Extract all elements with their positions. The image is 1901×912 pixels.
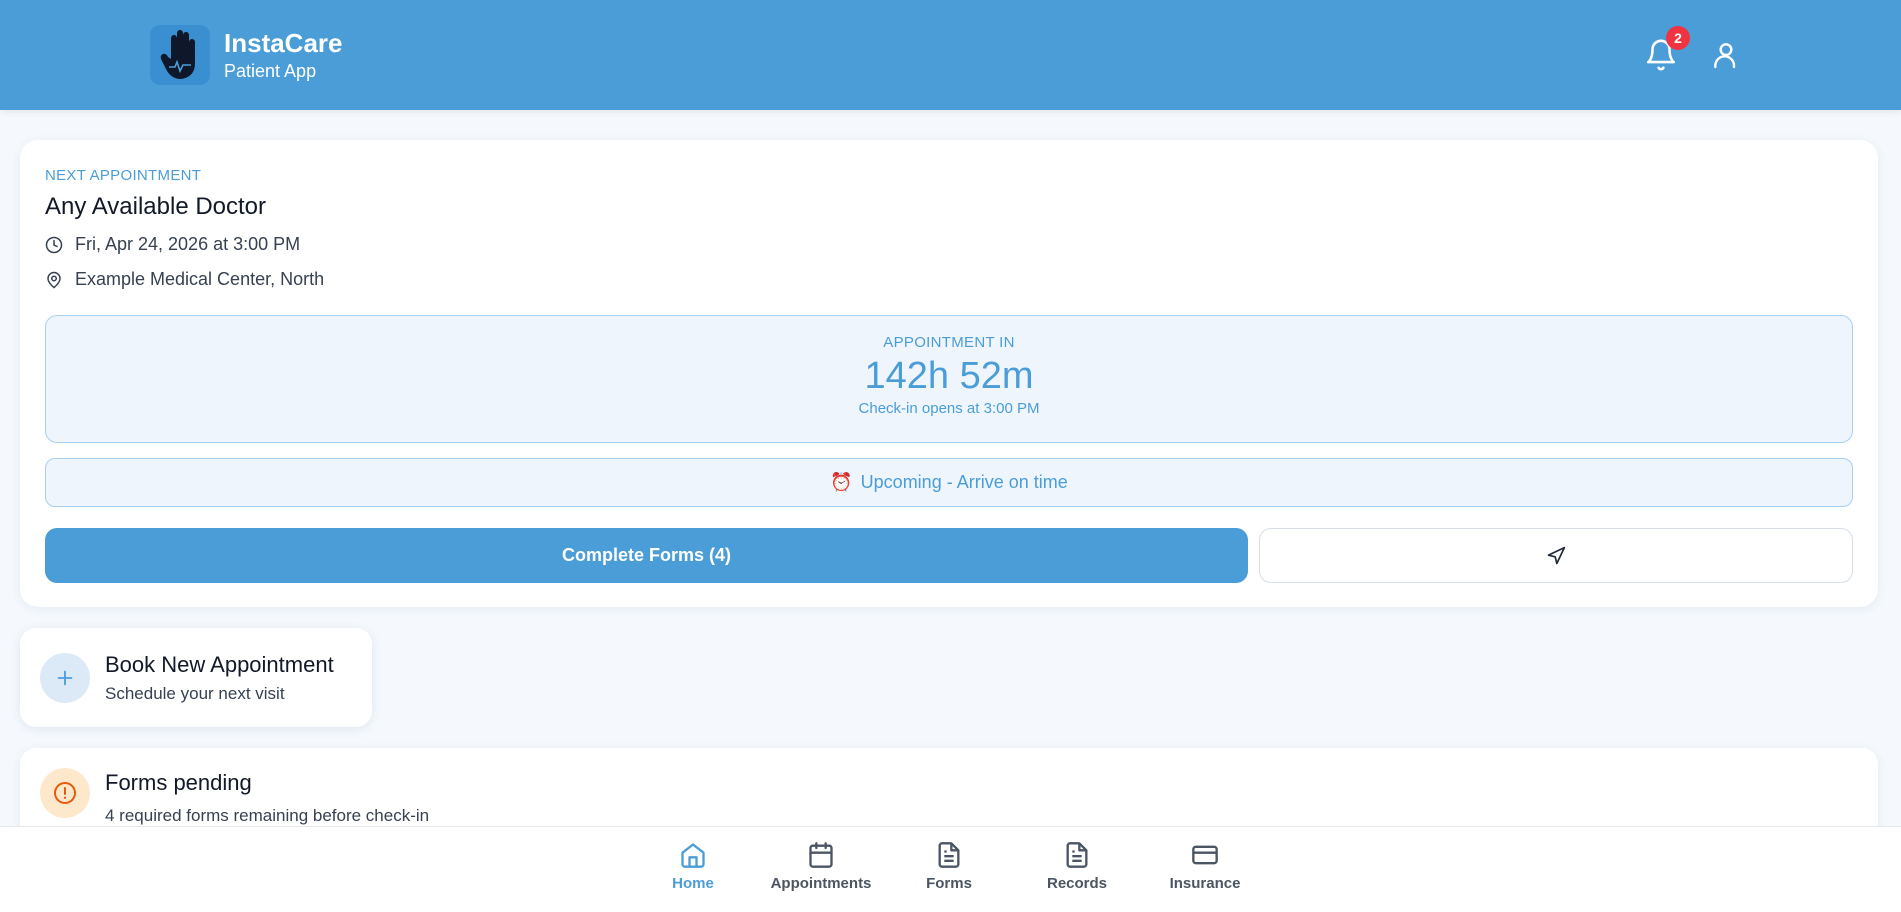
countdown-label: APPOINTMENT IN	[883, 334, 1015, 351]
location-text: Example Medical Center, North	[75, 269, 325, 289]
next-appointment-card: NEXT APPOINTMENT Any Available Doctor Fr…	[20, 140, 1878, 607]
pending-subtitle: 4 required forms remaining before check-…	[105, 806, 430, 825]
document-icon	[938, 842, 960, 868]
brand-subtitle: Patient App	[224, 61, 317, 81]
nav-label-forms: Forms	[926, 875, 972, 892]
status-text: Upcoming - Arrive on time	[860, 472, 1068, 492]
nav-records[interactable]: Records	[1017, 841, 1137, 901]
checkin-note: Check-in opens at 3:00 PM	[858, 400, 1040, 417]
nav-label-insurance: Insurance	[1169, 875, 1241, 892]
map-pin-icon	[47, 271, 61, 288]
navigate-button[interactable]	[1259, 528, 1853, 583]
document-icon	[1066, 842, 1088, 868]
status-banner: ⏰ Upcoming - Arrive on time	[45, 458, 1853, 507]
user-icon	[1714, 43, 1736, 69]
bottom-navigation: Home Appointments Forms Records Insuranc…	[0, 826, 1901, 912]
countdown-panel: APPOINTMENT IN 142h 52m Check-in opens a…	[45, 315, 1853, 443]
nav-label-records: Records	[1046, 875, 1108, 892]
hand-icon	[160, 30, 195, 79]
book-appointment-card[interactable]: Book New Appointment Schedule your next …	[20, 628, 372, 727]
plus-icon	[57, 670, 73, 686]
profile-button[interactable]	[1710, 38, 1742, 72]
nav-forms[interactable]: Forms	[889, 841, 1009, 901]
app-logo	[150, 25, 210, 85]
app-header: InstaCare Patient App 2	[0, 0, 1901, 110]
calendar-icon	[809, 842, 833, 868]
book-title: Book New Appointment	[105, 652, 334, 677]
appointment-location: Example Medical Center, North	[45, 269, 324, 290]
appointment-datetime: Fri, Apr 24, 2026 at 3:00 PM	[45, 234, 300, 255]
clock-icon	[45, 236, 63, 253]
countdown-value: 142h 52m	[864, 355, 1034, 397]
notification-badge: 2	[1666, 26, 1690, 50]
credit-card-icon	[1192, 845, 1218, 865]
alarm-clock-icon: ⏰	[830, 472, 853, 492]
nav-label-appointments: Appointments	[770, 875, 872, 892]
section-label: NEXT APPOINTMENT	[45, 167, 202, 184]
navigation-arrow-icon	[1547, 546, 1566, 564]
doctor-name: Any Available Doctor	[45, 193, 267, 220]
brand-title: InstaCare	[224, 28, 343, 58]
home-icon	[681, 843, 705, 868]
nav-appointments[interactable]: Appointments	[761, 841, 881, 901]
alert-circle-icon	[54, 782, 76, 804]
book-subtitle: Schedule your next visit	[105, 684, 285, 703]
nav-home[interactable]: Home	[633, 841, 753, 901]
plus-circle	[40, 653, 90, 703]
warning-circle	[40, 768, 90, 818]
pending-title: Forms pending	[105, 770, 252, 795]
nav-insurance[interactable]: Insurance	[1145, 841, 1265, 901]
nav-label-home: Home	[672, 875, 714, 892]
complete-forms-button[interactable]: Complete Forms (4)	[45, 528, 1248, 583]
datetime-text: Fri, Apr 24, 2026 at 3:00 PM	[75, 234, 301, 254]
